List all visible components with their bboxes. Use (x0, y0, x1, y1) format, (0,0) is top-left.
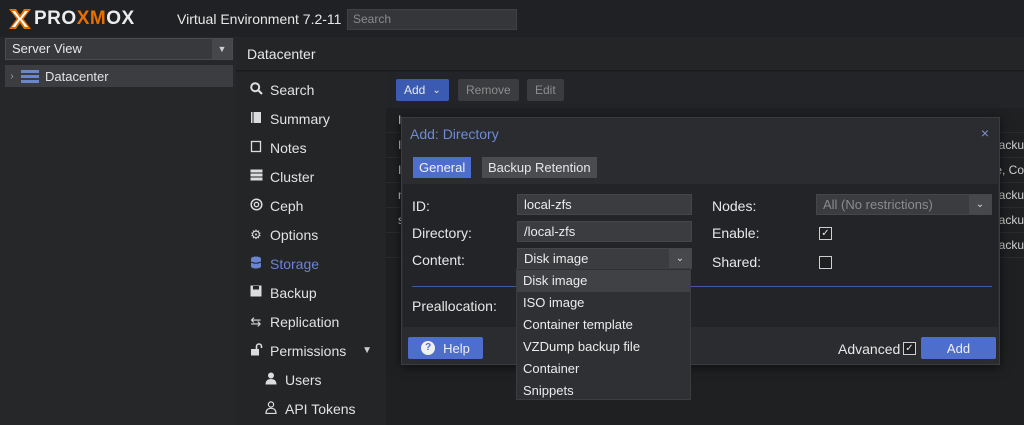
nav-item-notes[interactable]: Notes (236, 133, 386, 162)
advanced-checkbox[interactable]: ✓ (903, 342, 916, 355)
nodes-select-value: All (No restrictions) (823, 197, 933, 212)
close-icon[interactable]: × (981, 125, 989, 141)
nav-item-permissions[interactable]: Permissions ▼ (236, 336, 386, 365)
enable-checkbox[interactable]: ✓ (819, 227, 832, 240)
content-header: Datacenter (236, 37, 1024, 71)
top-bar: PROXMOX Virtual Environment 7.2-11 Searc… (0, 0, 1024, 37)
content-label: Content: (412, 252, 465, 268)
edit-button[interactable]: Edit (527, 79, 564, 101)
nav-item-storage[interactable]: Storage (236, 249, 386, 278)
nav-item-ceph[interactable]: Ceph (236, 191, 386, 220)
shared-checkbox[interactable] (819, 256, 832, 269)
content-select-value: Disk image (524, 251, 589, 266)
add-button[interactable]: Add (921, 337, 996, 359)
content-option-container-template[interactable]: Container template (517, 314, 690, 336)
content-option-snippets[interactable]: Snippets (517, 380, 690, 402)
nav-item-summary[interactable]: Summary (236, 104, 386, 133)
content-option-container[interactable]: Container (517, 358, 690, 380)
nav-item-users[interactable]: Users (236, 365, 386, 394)
remove-button[interactable]: Remove (458, 79, 519, 101)
nodes-label: Nodes: (712, 198, 757, 214)
content-option-disk-image[interactable]: Disk image (517, 270, 690, 292)
enable-label: Enable: (712, 225, 760, 241)
proxmox-wordmark: PROXMOX (34, 8, 135, 29)
gear-icon: ⚙ (250, 226, 262, 242)
content-dropdown-list: Disk image ISO image Container template … (516, 268, 691, 400)
storage-toolbar: Add ⌄ Remove Edit (386, 72, 1024, 108)
user-icon (262, 372, 280, 388)
proxmox-x-icon (7, 7, 33, 31)
nav-item-replication[interactable]: ⇆ Replication (236, 307, 386, 336)
version-label: Virtual Environment 7.2-11 (177, 11, 342, 27)
tree-expand-icon[interactable]: › (5, 71, 19, 82)
preallocation-label: Preallocation: (412, 298, 497, 314)
dialog-form: ID: local-zfs Directory: /local-zfs Cont… (403, 184, 998, 327)
nav-item-backup[interactable]: Backup (236, 278, 386, 307)
page-title: Datacenter (247, 46, 316, 62)
question-icon: ? (421, 341, 436, 355)
view-selector[interactable]: Server View ▼ (5, 38, 233, 60)
nodes-select[interactable]: All (No restrictions) ⌄ (816, 194, 992, 215)
directory-label: Directory: (412, 225, 472, 241)
divider (412, 286, 992, 287)
resource-tree-panel: Server View ▼ › Datacenter (0, 37, 236, 425)
id-field[interactable]: local-zfs (517, 194, 692, 215)
directory-field[interactable]: /local-zfs (517, 221, 692, 242)
add-directory-dialog: Add: Directory × General Backup Retentio… (401, 117, 1000, 365)
server-icon (247, 169, 265, 184)
unlock-icon (247, 342, 265, 359)
add-storage-button[interactable]: Add ⌄ (396, 79, 449, 101)
datacenter-icon (21, 69, 39, 83)
advanced-label: Advanced (838, 341, 901, 357)
dialog-footer: ? Help Advanced ✓ Add (403, 328, 998, 364)
tree-item-label: Datacenter (45, 68, 109, 84)
shared-label: Shared: (712, 254, 762, 270)
content-option-vzdump-backup[interactable]: VZDump backup file (517, 336, 690, 358)
chevron-down-icon[interactable]: ▼ (362, 345, 372, 356)
user-outline-icon (262, 400, 280, 417)
help-button[interactable]: ? Help (408, 337, 483, 359)
book-icon (247, 111, 265, 127)
content-option-iso-image[interactable]: ISO image (517, 292, 690, 314)
proxmox-logo[interactable]: PROXMOX (7, 7, 135, 31)
nav-item-api-tokens[interactable]: API Tokens (236, 394, 386, 423)
nav-item-search[interactable]: Search (236, 75, 386, 104)
help-button-label: Help (443, 340, 470, 356)
search-icon (247, 81, 265, 98)
floppy-icon (247, 285, 265, 300)
ceph-icon (247, 197, 265, 214)
database-icon (247, 256, 265, 272)
retweet-icon: ⇆ (250, 313, 262, 329)
view-selector-value: Server View (12, 41, 82, 56)
nav-item-cluster[interactable]: Cluster (236, 162, 386, 191)
tab-general[interactable]: General (413, 157, 472, 178)
tab-backup-retention[interactable]: Backup Retention (482, 157, 597, 178)
chevron-down-icon[interactable]: ▼ (212, 39, 232, 59)
global-search-input[interactable]: Search (347, 9, 517, 30)
note-icon (247, 140, 265, 156)
chevron-down-icon[interactable]: ⌄ (669, 249, 691, 268)
nav-item-options[interactable]: ⚙ Options (236, 220, 386, 249)
dialog-title: Add: Directory (410, 126, 499, 142)
datacenter-nav: Search Summary Notes Cluster Ceph ⚙ Opti… (236, 72, 386, 425)
chevron-down-icon: ⌄ (432, 84, 441, 96)
id-label: ID: (412, 198, 430, 214)
content-select[interactable]: Disk image ⌄ (517, 248, 692, 269)
tree-item-datacenter[interactable]: › Datacenter (5, 65, 233, 87)
chevron-down-icon[interactable]: ⌄ (969, 195, 991, 214)
